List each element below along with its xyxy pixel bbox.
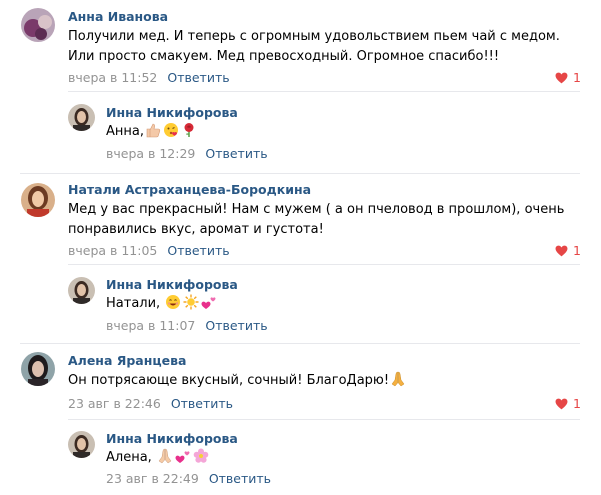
comment-date[interactable]: 23 авг в 22:46 (68, 396, 161, 411)
thumbs-up-icon (145, 122, 161, 138)
like-button[interactable]: 1 (555, 396, 581, 411)
heart-icon (555, 72, 568, 84)
praying-hands-icon (157, 448, 173, 464)
comment-meta: вчера в 11:07 Ответить (106, 318, 268, 333)
comment-text: Он потрясающе вкусный, сочный! БлагоДарю… (68, 371, 407, 391)
comment-text-line-1: Получили мед. И теперь с огромным удовол… (68, 29, 560, 44)
comment-date[interactable]: 23 авг в 22:49 (106, 471, 199, 486)
comment-text: Анна, (106, 122, 198, 142)
avatar[interactable] (68, 431, 95, 458)
avatar[interactable] (21, 352, 55, 386)
comment-text-line-2: Или просто смакуем. Мед превосходный. Ог… (68, 49, 500, 64)
comment-alena: Алена Яранцева Он потрясающе вкусный, со… (0, 344, 601, 422)
reply-button[interactable]: Ответить (205, 318, 267, 333)
reply-button[interactable]: Ответить (167, 70, 229, 85)
comment-date[interactable]: вчера в 11:07 (106, 318, 195, 333)
reply-inna-3: Инна Никифорова Алена, 23 авг в 22:49 Отв… (0, 423, 601, 495)
avatar[interactable] (21, 183, 55, 217)
rose-icon (181, 122, 197, 138)
comment-meta: 23 авг в 22:49 Ответить (106, 471, 271, 486)
reply-button[interactable]: Ответить (171, 396, 233, 411)
comment-text-content: Натали, (106, 296, 161, 311)
comment-meta: вчера в 11:52 Ответить (68, 70, 230, 85)
heart-icon (555, 398, 568, 410)
comment-text-content: Анна, (106, 124, 144, 139)
sun-icon (183, 294, 199, 310)
comment-natali: Натали Астраханцева-Бородкина Мед у вас … (0, 174, 601, 266)
author-name[interactable]: Алена Яранцева (68, 353, 186, 368)
comment-meta: вчера в 12:29 Ответить (106, 146, 268, 161)
comment-text-line-1: Мед у вас прекрасный! Нам с мужем ( а он… (68, 202, 565, 217)
comment-text-line-2: понравились вкус, аромат и густота! (68, 222, 324, 237)
hearts-icon (201, 294, 217, 310)
blossom-icon (193, 448, 209, 464)
comment-date[interactable]: вчера в 11:52 (68, 70, 157, 85)
comment-text: Натали, (106, 294, 218, 314)
praying-hands-icon (390, 371, 406, 387)
author-name[interactable]: Инна Никифорова (106, 105, 238, 120)
comment-meta: вчера в 11:05 Ответить (68, 243, 230, 258)
like-button[interactable]: 1 (555, 243, 581, 258)
smile-face-icon (165, 294, 181, 310)
author-name[interactable]: Инна Никифорова (106, 431, 238, 446)
avatar[interactable] (68, 277, 95, 304)
like-count: 1 (573, 243, 581, 258)
heart-icon (555, 245, 568, 257)
comment-text-content: Алена, (106, 450, 152, 465)
comment-text: Алена, (106, 448, 210, 468)
reply-button[interactable]: Ответить (205, 146, 267, 161)
avatar[interactable] (21, 8, 55, 42)
author-name[interactable]: Инна Никифорова (106, 277, 238, 292)
reply-button[interactable]: Ответить (167, 243, 229, 258)
like-button[interactable]: 1 (555, 70, 581, 85)
separator (68, 419, 580, 420)
comment-date[interactable]: вчера в 11:05 (68, 243, 157, 258)
hearts-icon (175, 448, 191, 464)
author-name[interactable]: Анна Иванова (68, 9, 168, 24)
comment-text-content: Он потрясающе вкусный, сочный! БлагоДарю… (68, 373, 390, 388)
like-count: 1 (573, 396, 581, 411)
comment-date[interactable]: вчера в 12:29 (106, 146, 195, 161)
comment-meta: 23 авг в 22:46 Ответить (68, 396, 233, 411)
reply-inna-2: Инна Никифорова Натали, вчера в 11:07 Отв… (0, 268, 601, 342)
separator (68, 264, 580, 265)
reply-inna-1: Инна Никифорова Анна, вчера в 12:29 Ответ… (0, 96, 601, 174)
kiss-face-icon (163, 122, 179, 138)
avatar[interactable] (68, 104, 95, 131)
separator (68, 91, 580, 92)
author-name[interactable]: Натали Астраханцева-Бородкина (68, 182, 311, 197)
like-count: 1 (573, 70, 581, 85)
comment-anna-ivanova: Анна Иванова Получили мед. И теперь с ог… (0, 0, 601, 96)
reply-button[interactable]: Ответить (209, 471, 271, 486)
